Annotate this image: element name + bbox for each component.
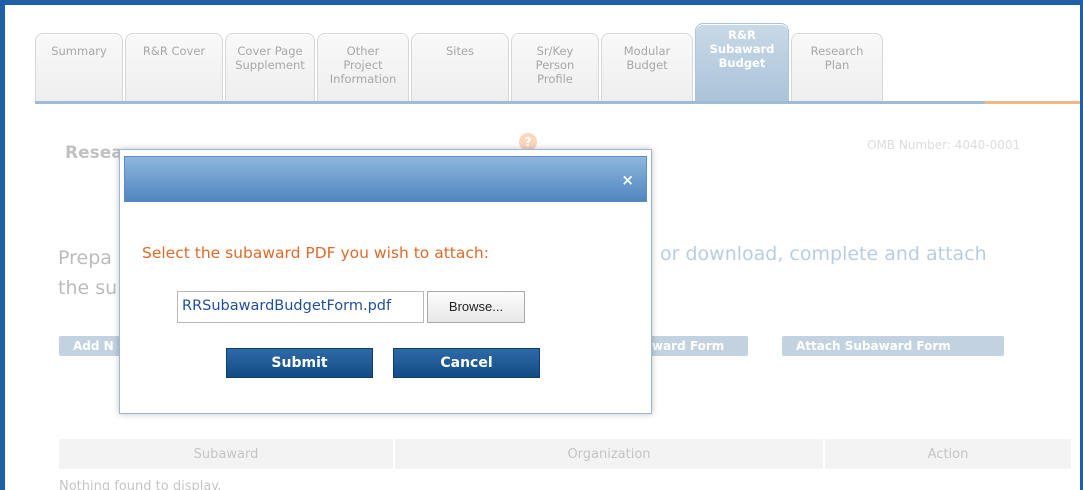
close-icon[interactable]: ×	[621, 171, 634, 189]
dialog-header: ×	[124, 156, 647, 202]
cancel-button[interactable]: Cancel	[393, 348, 540, 378]
application-frame: Summary R&R Cover Cover Page Supplement …	[0, 0, 1083, 490]
dialog-prompt: Select the subaward PDF you wish to atta…	[142, 244, 489, 262]
browse-button[interactable]: Browse...	[427, 291, 525, 323]
submit-button[interactable]: Submit	[226, 348, 373, 378]
attach-subaward-dialog: × Select the subaward PDF you wish to at…	[119, 149, 652, 414]
file-path-field[interactable]: RRSubawardBudgetForm.pdf	[177, 291, 424, 323]
